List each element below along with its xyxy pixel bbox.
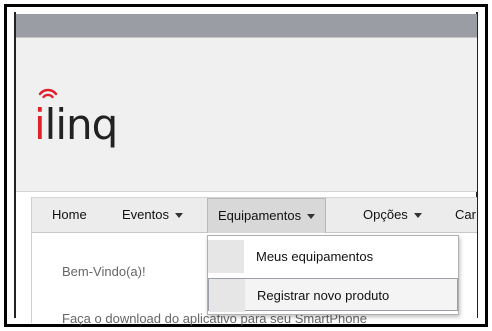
chevron-down-icon [174, 213, 183, 219]
nav-opcoes[interactable]: Opções [353, 198, 432, 232]
nav-car[interactable]: Car [445, 198, 486, 232]
menu-icon-gutter [208, 240, 244, 273]
menu-item-registrar-novo-produto[interactable]: Registrar novo produto [208, 278, 458, 312]
equipamentos-dropdown-menu: Meus equipamentos Registrar novo produto [207, 235, 459, 315]
welcome-text: Bem-Vindo(a)! [62, 264, 146, 279]
chevron-down-icon [413, 213, 422, 219]
iling-logo[interactable]: ilinq [34, 84, 174, 154]
logo-wordmark: ilinq [34, 100, 118, 149]
menu-icon-gutter [209, 279, 245, 312]
nav-equipamentos[interactable]: Equipamentos [207, 198, 327, 234]
main-navbar: Home Eventos Equipamentos Opções Car [32, 197, 477, 234]
menu-item-meus-equipamentos[interactable]: Meus equipamentos [208, 240, 458, 273]
nav-eventos[interactable]: Eventos [112, 198, 193, 232]
chevron-down-icon [307, 214, 316, 220]
top-bar [16, 14, 477, 38]
nav-home[interactable]: Home [42, 198, 97, 232]
